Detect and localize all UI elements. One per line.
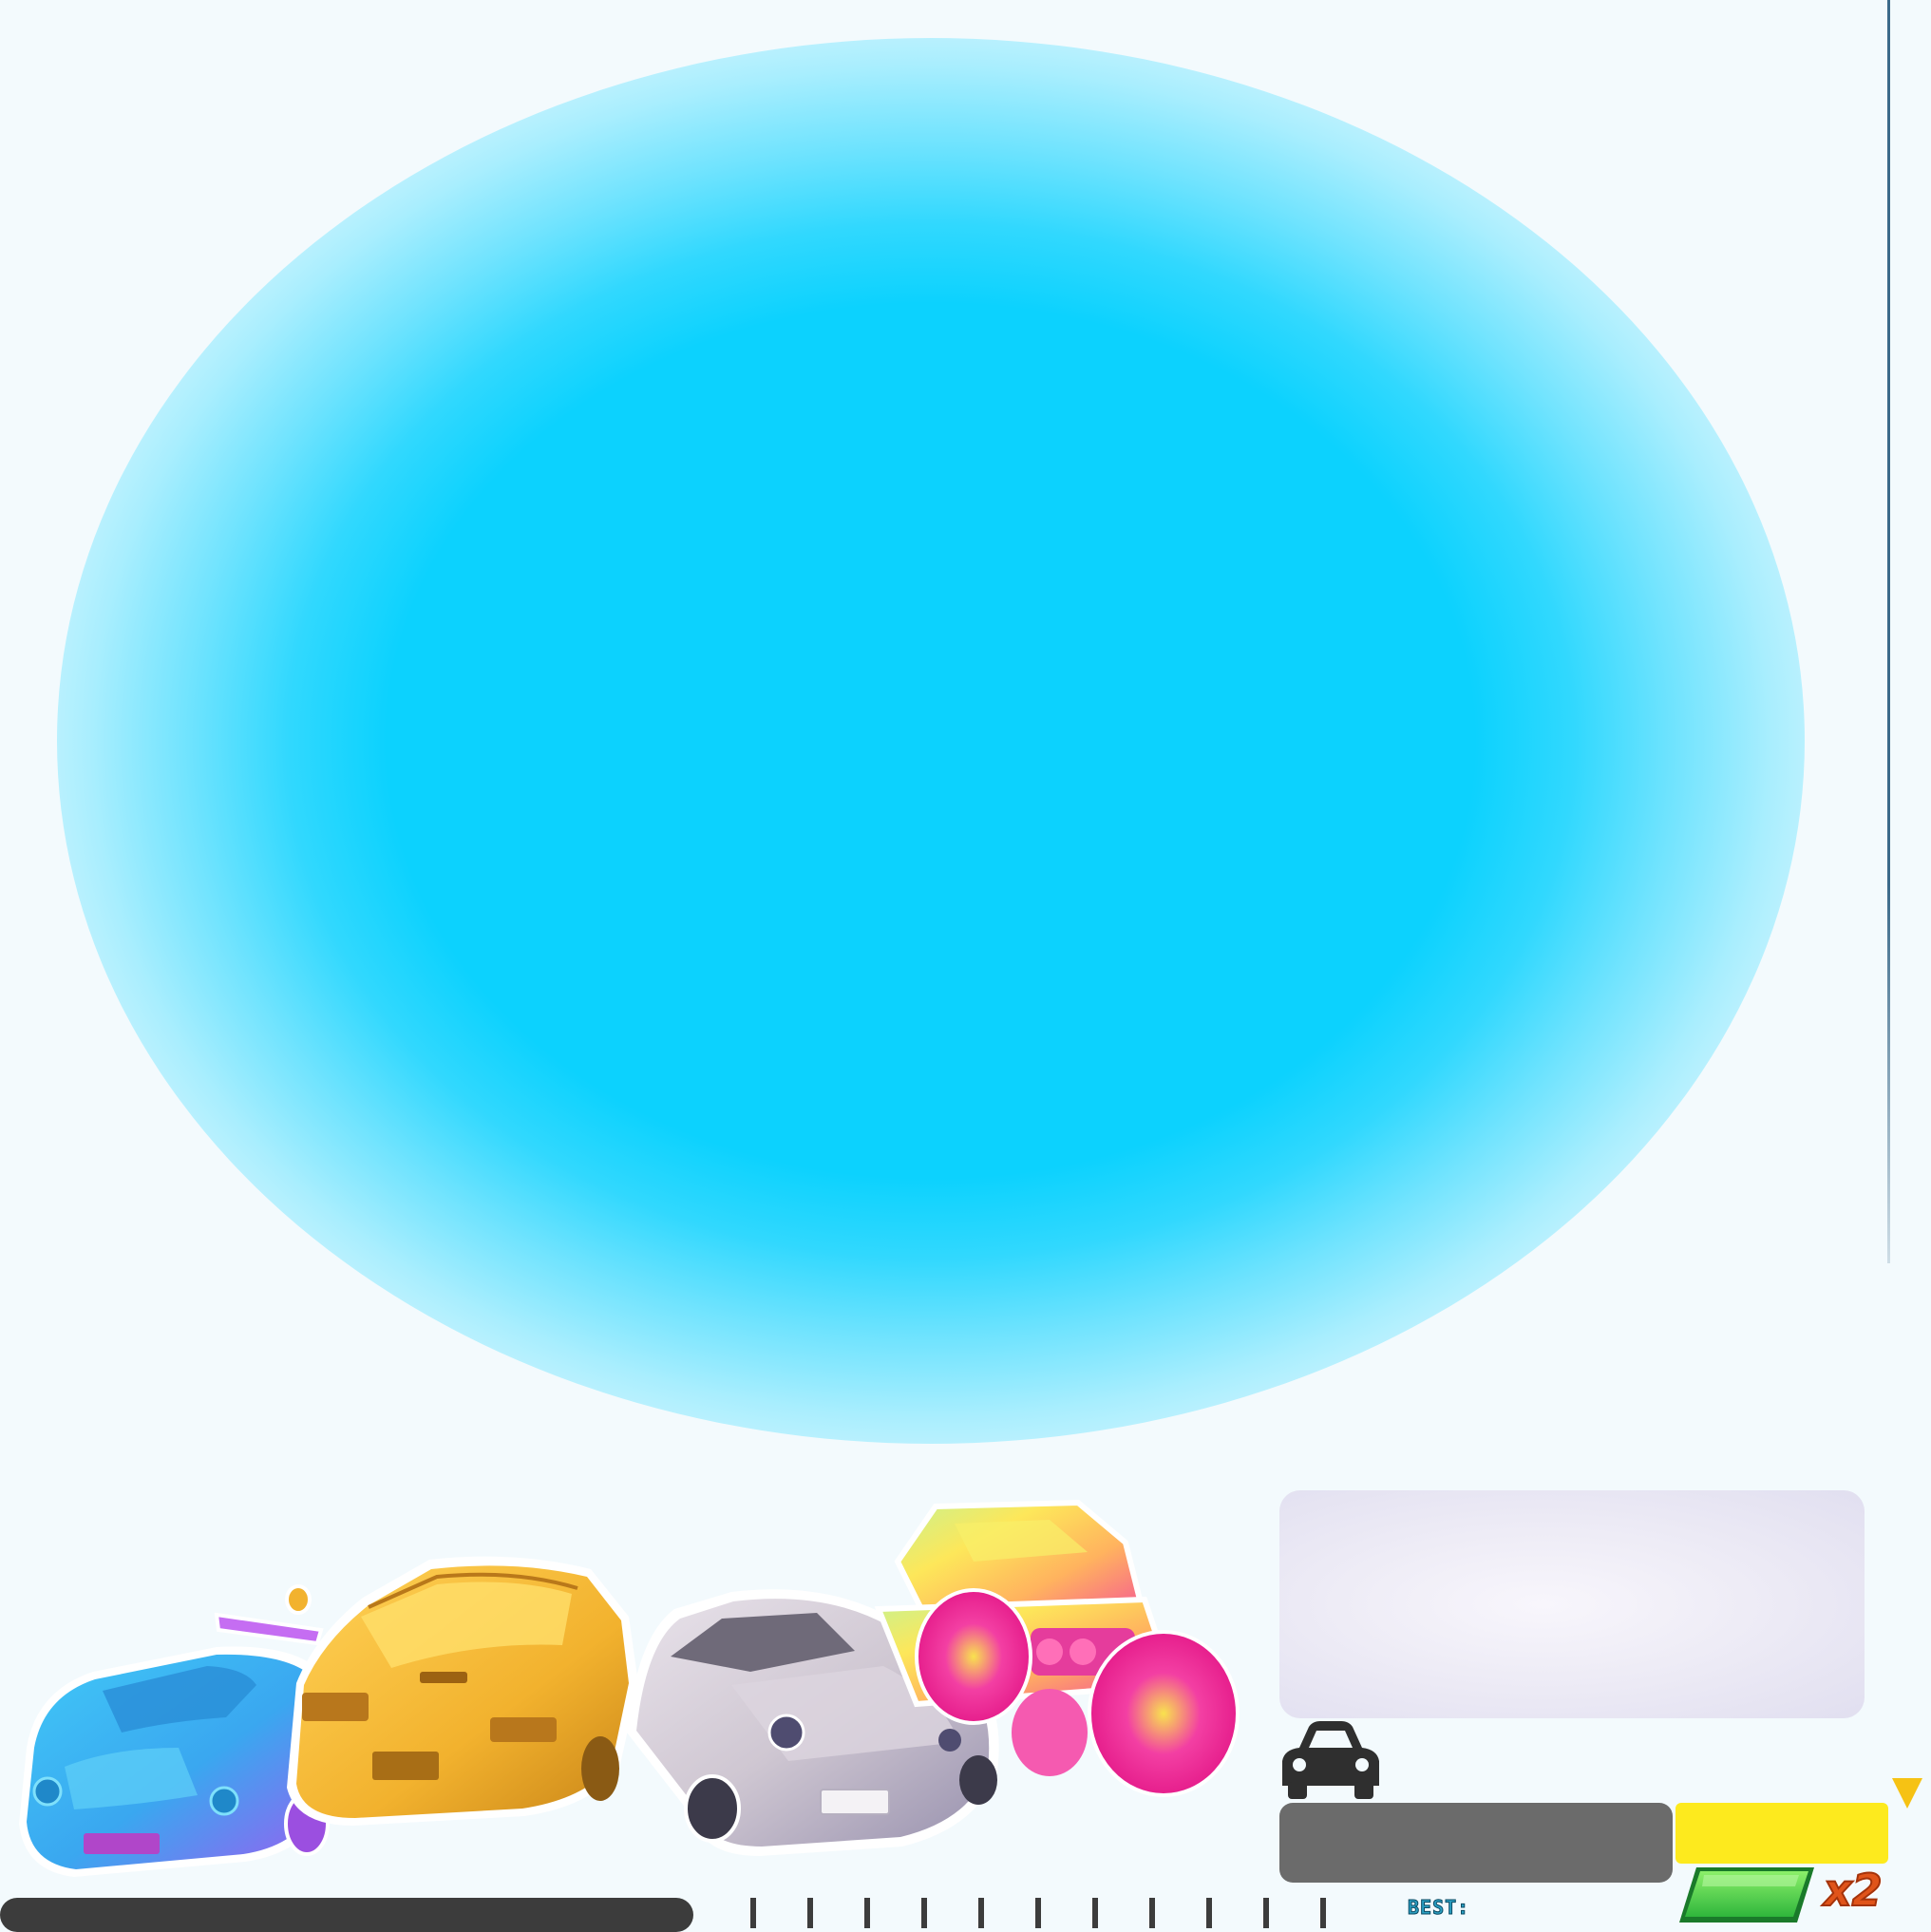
yellow-bar [1675,1803,1888,1864]
progress-tick [921,1898,927,1928]
boost-button[interactable] [1675,1866,1818,1924]
progress-tick [807,1898,813,1928]
gray-bar [1279,1803,1673,1883]
progress-tick [750,1898,756,1928]
car-gold[interactable] [277,1550,648,1826]
progress-tick [1263,1898,1269,1928]
car-icon [1278,1719,1383,1801]
info-panel [1279,1490,1865,1718]
best-label: BEST: [1407,1896,1470,1920]
progress-tick [1092,1898,1098,1928]
multiplier-label: x2 [1823,1864,1884,1917]
edge-line [1887,0,1890,1263]
progress-tick [1149,1898,1155,1928]
progress-tick [1206,1898,1212,1928]
car-rainbow-truck[interactable] [860,1495,1268,1799]
progress-tick [1320,1898,1326,1928]
progress-tick [864,1898,870,1928]
progress-tick [978,1898,984,1928]
background-glow [57,38,1805,1444]
triangle-down-icon [1892,1778,1922,1809]
progress-tick [1035,1898,1041,1928]
progress-track [0,1898,693,1932]
